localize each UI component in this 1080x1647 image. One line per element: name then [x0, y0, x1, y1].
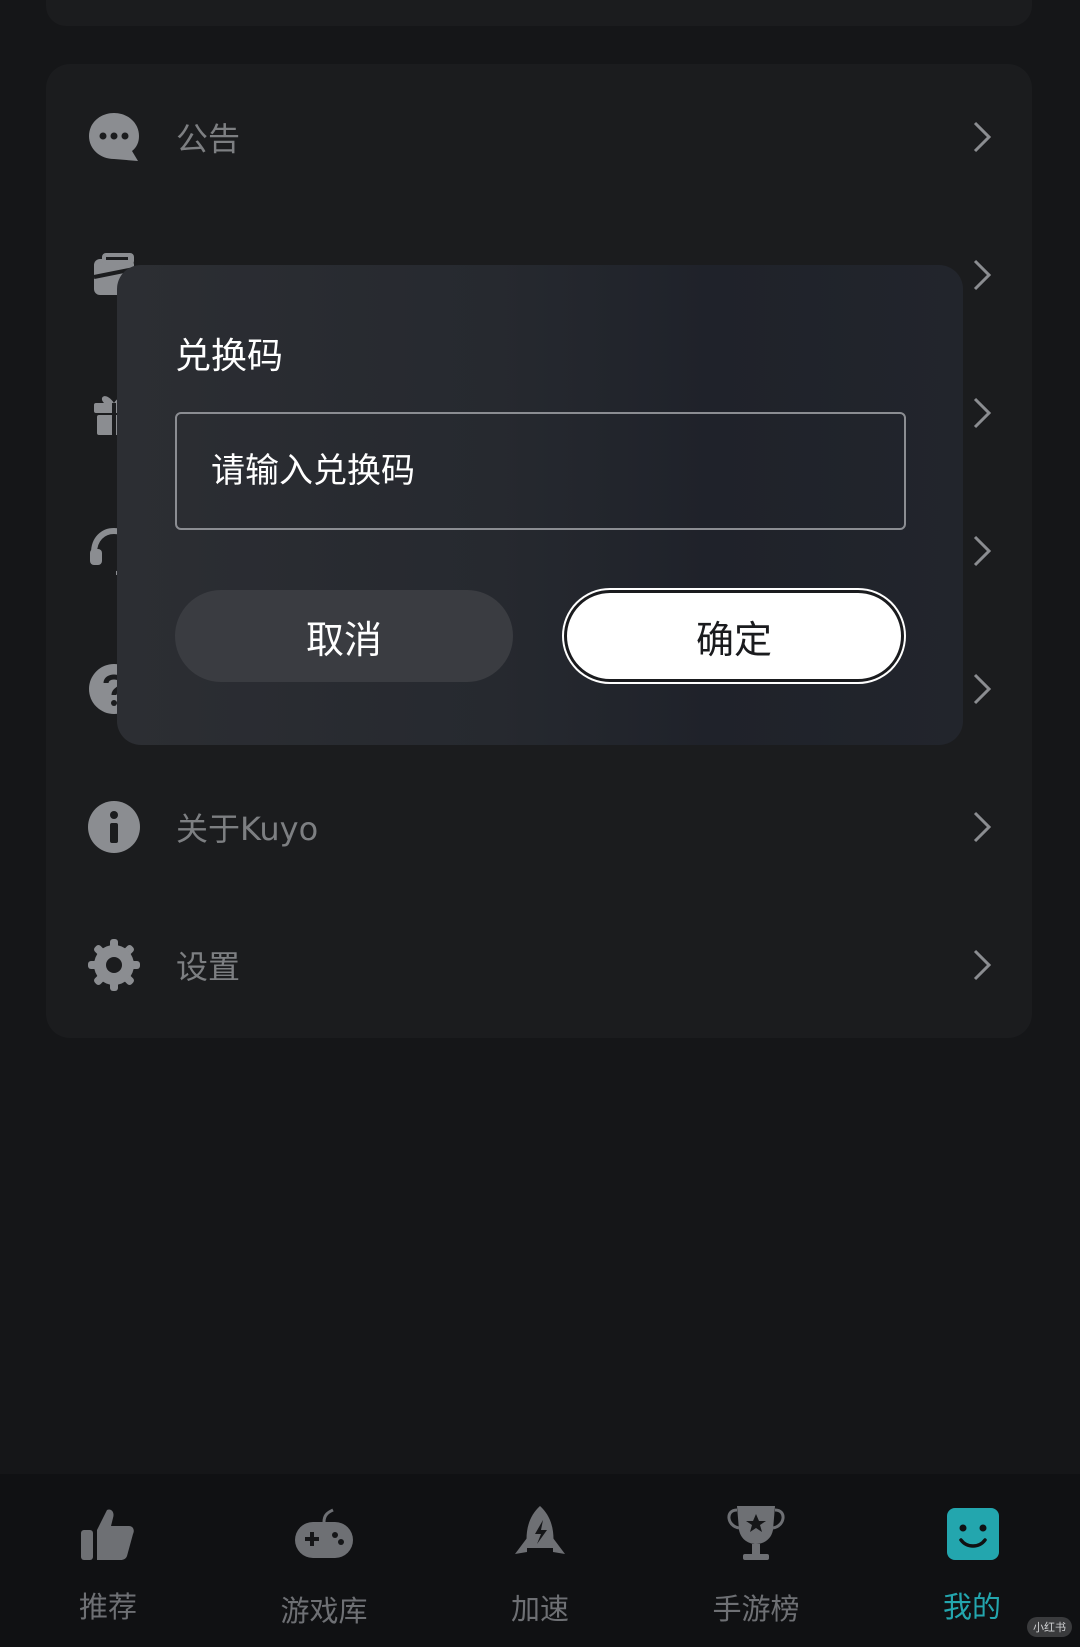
chevron-right-icon — [970, 257, 994, 293]
menu-item-announcement[interactable]: 公告 — [46, 68, 1032, 206]
watermark: 小红书 — [1027, 1617, 1072, 1637]
menu-item-label: 设置 — [176, 948, 241, 986]
bottom-nav: 推荐 游戏库 加速 手游榜 我的 小红书 — [0, 1474, 1080, 1647]
chevron-right-icon — [970, 395, 994, 431]
menu-item-label: 关于Kuyo — [176, 810, 319, 848]
profile-face-icon — [939, 1502, 1005, 1568]
nav-item-mobile-chart[interactable]: 手游榜 — [648, 1474, 864, 1647]
menu-item-settings[interactable]: 设置 — [46, 896, 1032, 1034]
nav-item-recommend[interactable]: 推荐 — [0, 1474, 216, 1647]
thumbs-up-icon — [75, 1502, 141, 1568]
menu-item-label: 公告 — [176, 120, 241, 158]
confirm-button[interactable]: 确定 — [564, 590, 904, 682]
nav-label: 加速 — [510, 1592, 569, 1626]
nav-label: 手游榜 — [712, 1592, 800, 1626]
info-icon — [86, 799, 142, 855]
chevron-right-icon — [970, 809, 994, 845]
chevron-right-icon — [970, 947, 994, 983]
gear-icon — [86, 937, 142, 993]
redeem-code-dialog: 兑换码 取消 确定 — [117, 265, 963, 745]
gamepad-icon — [291, 1502, 357, 1568]
dialog-title: 兑换码 — [175, 336, 284, 377]
announcement-icon — [86, 109, 142, 165]
chevron-right-icon — [970, 671, 994, 707]
menu-item-about[interactable]: 关于Kuyo — [46, 758, 1032, 896]
top-card — [46, 0, 1032, 26]
rocket-icon — [507, 1502, 573, 1568]
nav-item-accelerate[interactable]: 加速 — [432, 1474, 648, 1647]
redeem-code-input[interactable] — [175, 412, 906, 530]
chevron-right-icon — [970, 533, 994, 569]
nav-item-game-library[interactable]: 游戏库 — [216, 1474, 432, 1647]
nav-label: 游戏库 — [280, 1594, 368, 1628]
trophy-icon — [723, 1502, 789, 1568]
chevron-right-icon — [970, 119, 994, 155]
nav-label: 推荐 — [78, 1590, 137, 1624]
cancel-button[interactable]: 取消 — [175, 590, 513, 682]
